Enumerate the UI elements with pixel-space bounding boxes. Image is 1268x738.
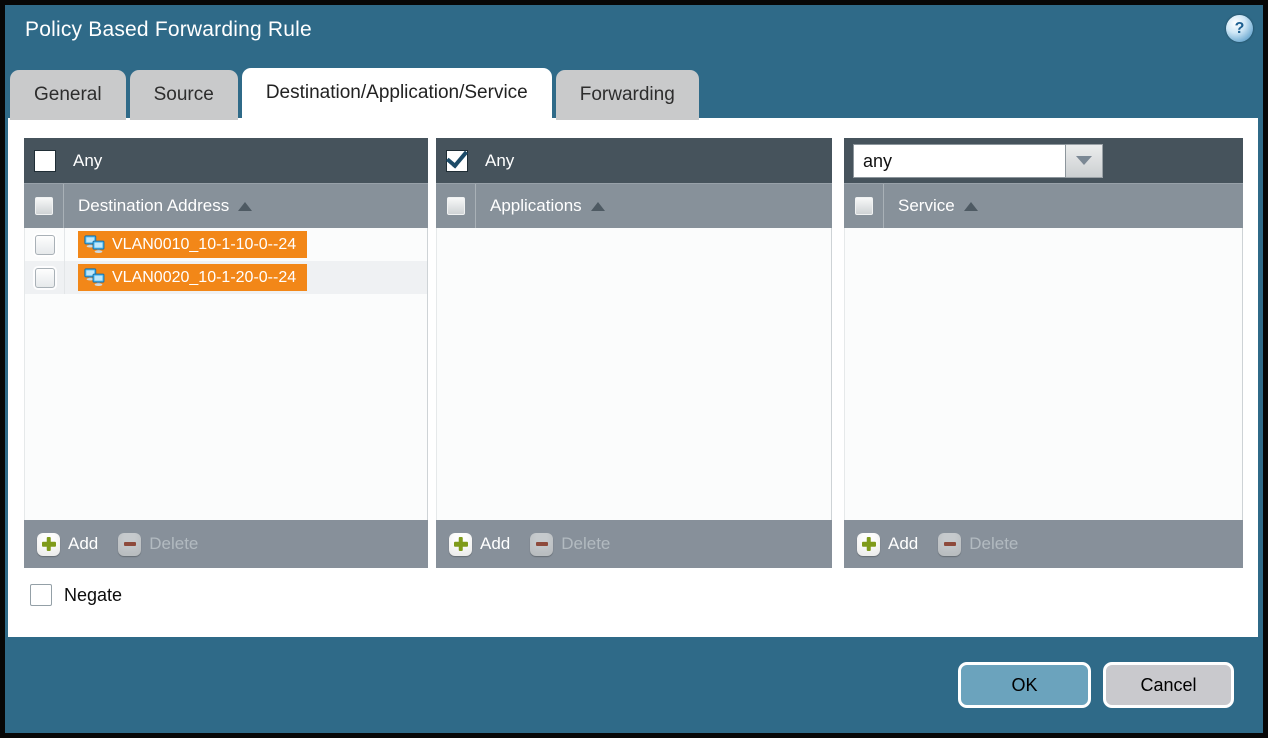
destination-any-bar: Any xyxy=(24,138,428,183)
destination-address-column: Any Destination Address xyxy=(24,138,428,568)
table-row[interactable]: VLAN0020_10-1-20-0--24 xyxy=(25,261,427,294)
address-object-vlan0020[interactable]: VLAN0020_10-1-20-0--24 xyxy=(78,264,307,291)
cancel-button[interactable]: Cancel xyxy=(1103,662,1234,708)
applications-list xyxy=(436,228,832,520)
service-list xyxy=(844,228,1243,520)
network-address-icon xyxy=(84,268,105,287)
negate-label: Negate xyxy=(64,585,122,606)
applications-any-bar: Any xyxy=(436,138,832,183)
destination-select-all-checkbox[interactable] xyxy=(35,197,53,215)
applications-any-checkbox[interactable] xyxy=(446,150,468,172)
negate-row: Negate xyxy=(30,584,122,606)
tab-source[interactable]: Source xyxy=(130,70,238,120)
destination-any-checkbox[interactable] xyxy=(34,150,56,172)
destination-header-label[interactable]: Destination Address xyxy=(78,196,252,216)
destination-any-label: Any xyxy=(73,151,102,171)
applications-any-label: Any xyxy=(485,151,514,171)
add-icon xyxy=(37,533,60,556)
row-checkbox[interactable] xyxy=(35,268,55,288)
applications-delete-button[interactable]: Delete xyxy=(530,533,610,556)
address-object-label: VLAN0020_10-1-20-0--24 xyxy=(112,269,296,287)
applications-column: Any Applications Add Delete xyxy=(436,138,832,568)
applications-actions-bar: Add Delete xyxy=(436,520,832,568)
service-column: any Service Add xyxy=(844,138,1243,568)
chevron-down-icon xyxy=(1076,156,1092,165)
applications-header-label[interactable]: Applications xyxy=(490,196,605,216)
address-object-vlan0010[interactable]: VLAN0010_10-1-10-0--24 xyxy=(78,231,307,258)
address-object-label: VLAN0010_10-1-10-0--24 xyxy=(112,236,296,254)
row-checkbox[interactable] xyxy=(35,235,55,255)
ok-button[interactable]: OK xyxy=(958,662,1091,708)
destination-actions-bar: Add Delete xyxy=(24,520,428,568)
negate-checkbox[interactable] xyxy=(30,584,52,606)
sort-ascending-icon xyxy=(964,202,978,211)
add-icon xyxy=(449,533,472,556)
destination-address-list: VLAN0010_10-1-10-0--24 xyxy=(24,228,428,520)
delete-icon xyxy=(938,533,961,556)
service-dropdown-bar: any xyxy=(844,138,1243,183)
service-add-button[interactable]: Add xyxy=(857,533,918,556)
destination-add-button[interactable]: Add xyxy=(37,533,98,556)
destination-column-header: Destination Address xyxy=(24,183,428,228)
policy-based-forwarding-rule-dialog: Policy Based Forwarding Rule ? General S… xyxy=(0,0,1268,738)
dialog-title: Policy Based Forwarding Rule xyxy=(25,18,312,42)
network-address-icon xyxy=(84,235,105,254)
applications-column-header: Applications xyxy=(436,183,832,228)
tab-content-panel: Any Destination Address xyxy=(8,118,1258,637)
service-dropdown[interactable]: any xyxy=(853,144,1103,178)
delete-icon xyxy=(118,533,141,556)
applications-add-button[interactable]: Add xyxy=(449,533,510,556)
tab-destination-application-service[interactable]: Destination/Application/Service xyxy=(242,68,552,120)
sort-ascending-icon xyxy=(591,202,605,211)
tab-general[interactable]: General xyxy=(10,70,126,120)
service-select-all-checkbox[interactable] xyxy=(855,197,873,215)
help-icon[interactable]: ? xyxy=(1226,15,1253,42)
service-header-label[interactable]: Service xyxy=(898,196,978,216)
service-dropdown-button[interactable] xyxy=(1066,144,1103,178)
add-icon xyxy=(857,533,880,556)
service-dropdown-value[interactable]: any xyxy=(853,144,1066,178)
destination-delete-button[interactable]: Delete xyxy=(118,533,198,556)
tab-bar: General Source Destination/Application/S… xyxy=(10,68,699,120)
applications-select-all-checkbox[interactable] xyxy=(447,197,465,215)
service-actions-bar: Add Delete xyxy=(844,520,1243,568)
table-row[interactable]: VLAN0010_10-1-10-0--24 xyxy=(25,228,427,261)
service-column-header: Service xyxy=(844,183,1243,228)
service-delete-button[interactable]: Delete xyxy=(938,533,1018,556)
sort-ascending-icon xyxy=(238,202,252,211)
tab-forwarding[interactable]: Forwarding xyxy=(556,70,699,120)
delete-icon xyxy=(530,533,553,556)
